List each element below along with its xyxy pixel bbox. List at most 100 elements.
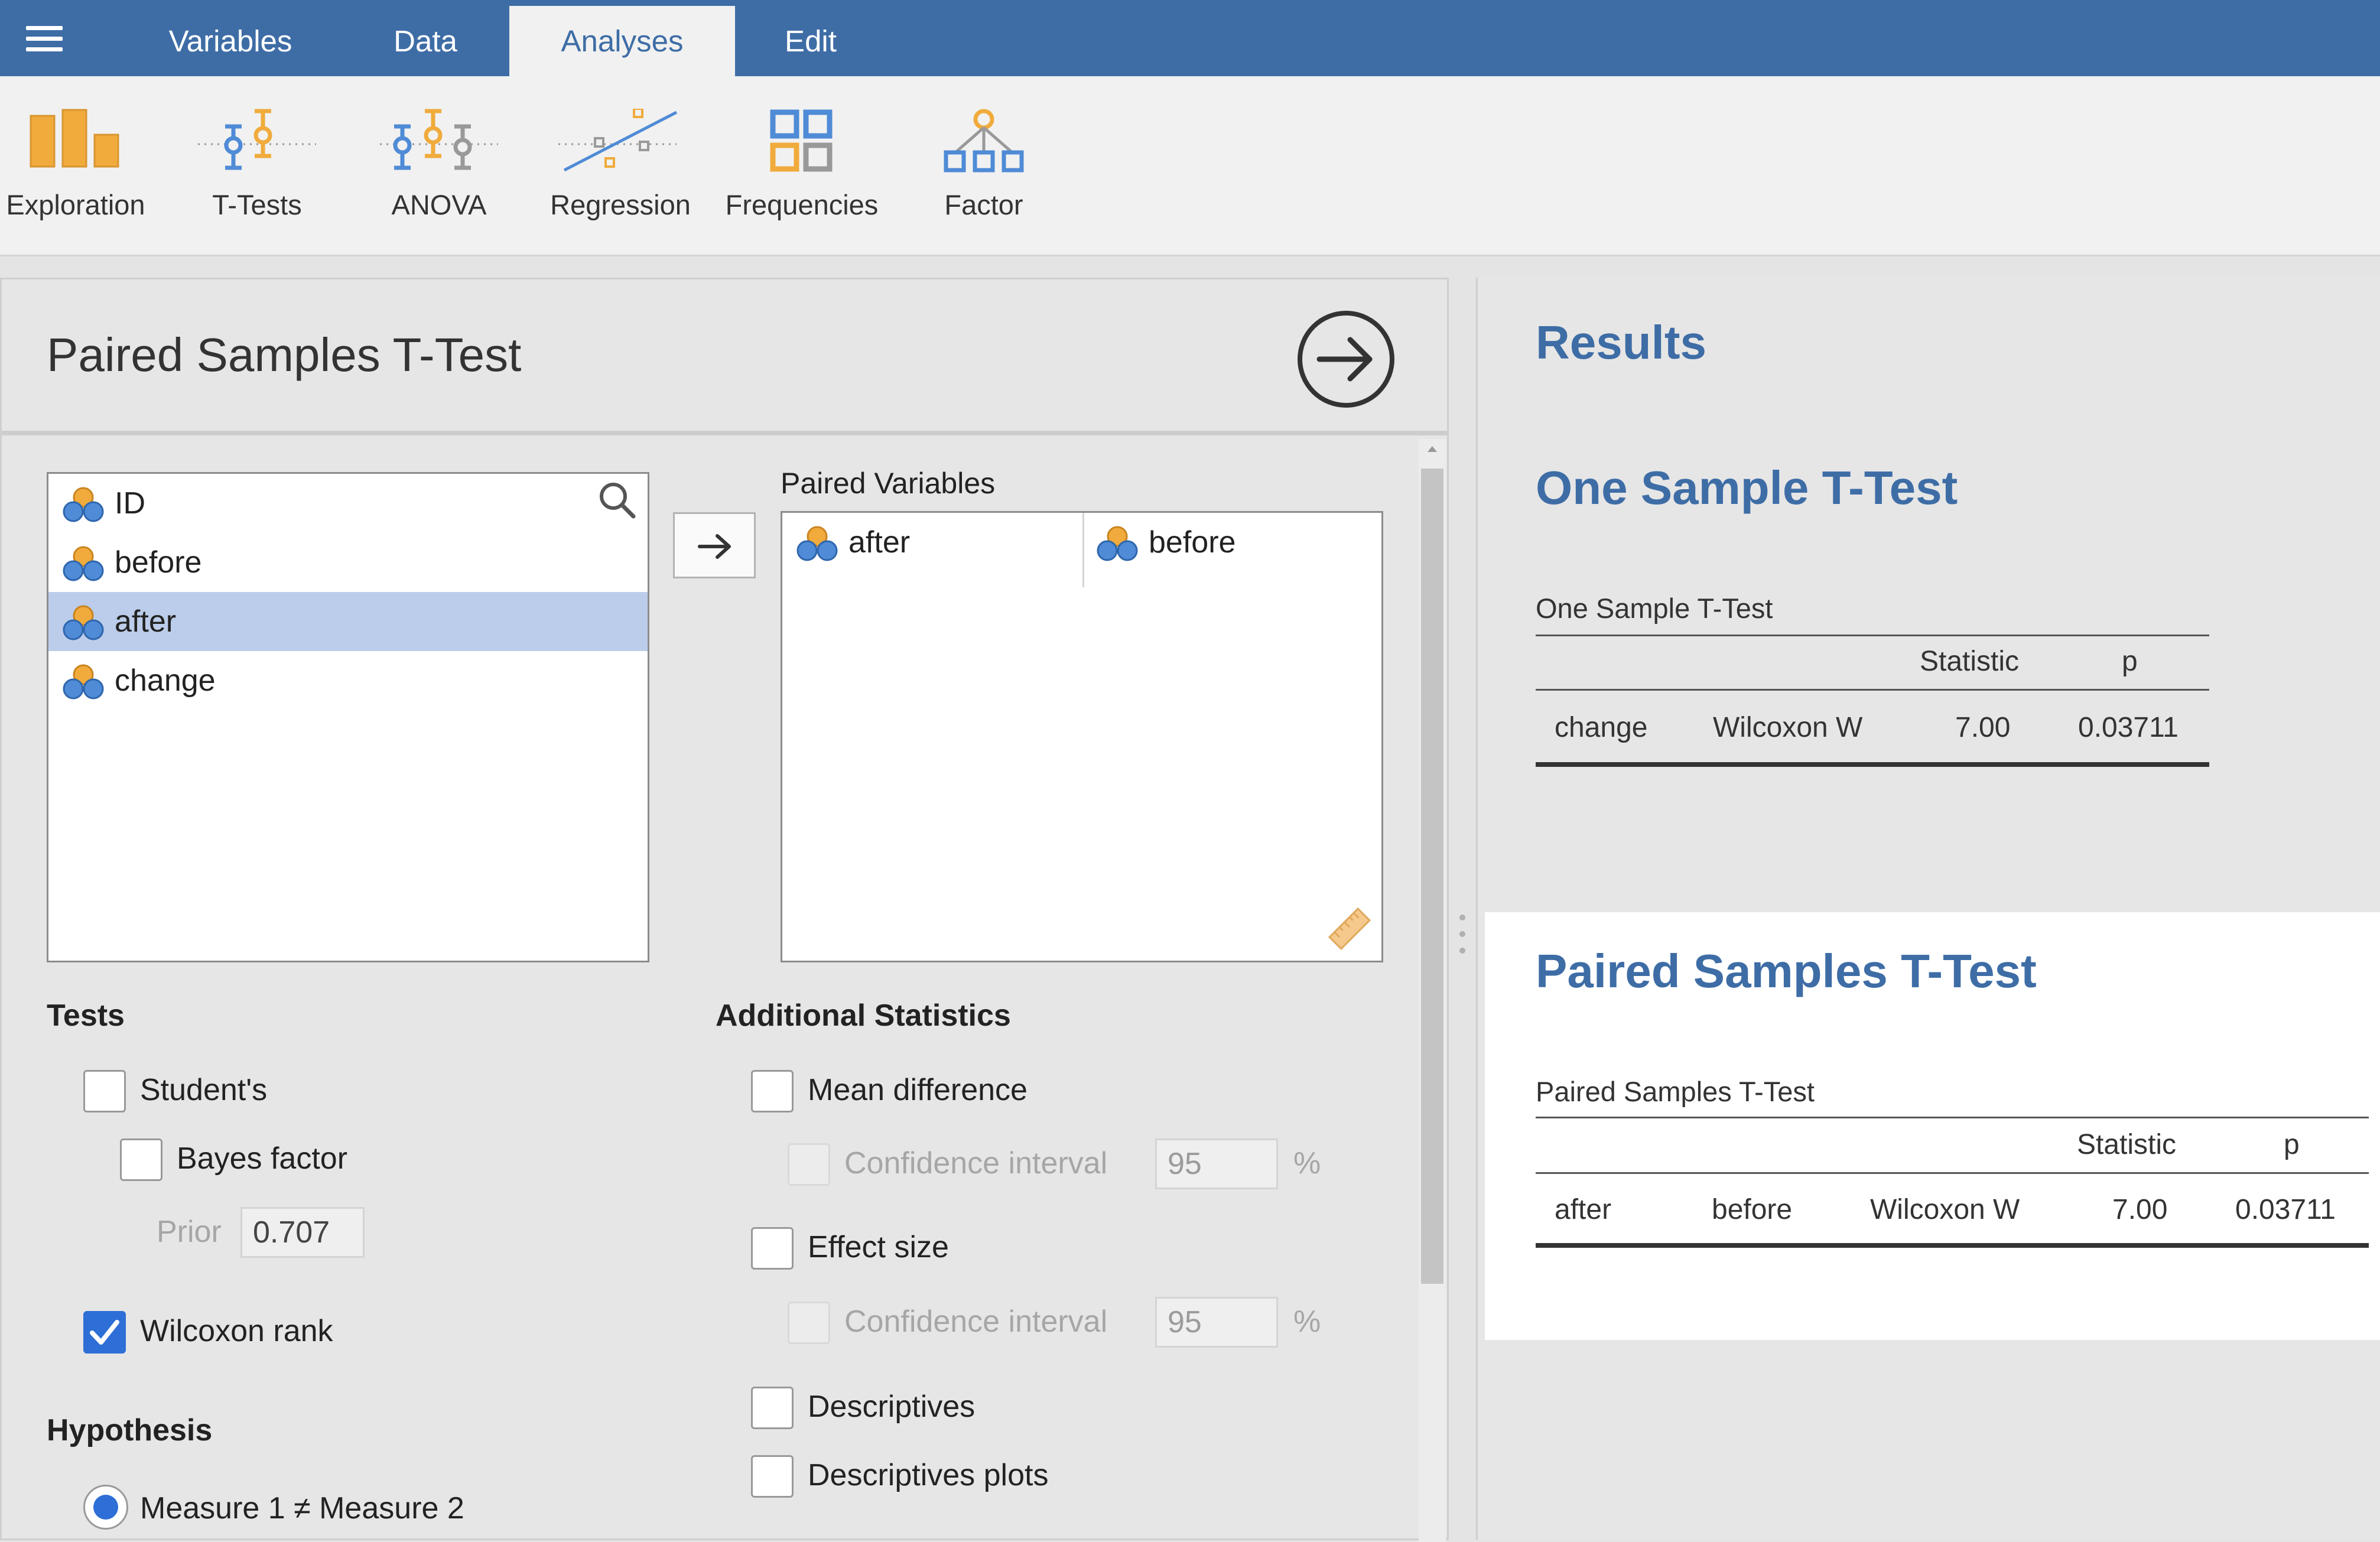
hamburger-menu-icon[interactable] (26, 26, 63, 52)
anova-icon (380, 109, 498, 170)
descriptives-label: Descriptives (808, 1390, 976, 1424)
list-item[interactable]: before (48, 533, 648, 592)
mean-ci-label: Confidence interval (844, 1146, 1108, 1180)
variables-list[interactable]: ID before after change (47, 472, 649, 962)
t-tests-icon (198, 109, 316, 170)
one-sample-col-p: p (2122, 646, 2138, 677)
wilcoxon-checkbox[interactable] (83, 1311, 126, 1354)
ribbon-exploration-button[interactable]: Exploration (0, 76, 164, 248)
prior-label: Prior (157, 1215, 222, 1249)
table-rule (1536, 762, 2209, 767)
hypothesis-heading: Hypothesis (47, 1413, 213, 1447)
paired-variable-label: before (1149, 525, 1236, 559)
scrollbar-thumb[interactable] (1421, 469, 1443, 1284)
one-sample-col-statistic: Statistic (1920, 646, 2020, 677)
descriptives-plots-label: Descriptives plots (808, 1458, 1049, 1492)
descriptives-checkbox[interactable] (751, 1387, 794, 1429)
analysis-options-panel: Paired Samples T-Test ID before after ch… (0, 278, 1449, 1542)
table-rule (1536, 1172, 2369, 1174)
mean-ci-checkbox[interactable] (788, 1143, 830, 1186)
prior-input[interactable]: 0.707 (240, 1207, 365, 1258)
list-item-selected[interactable]: after (48, 592, 648, 651)
ribbon-frequencies-button[interactable]: Frequencies (713, 76, 890, 248)
one-sample-cell-variable: change (1555, 712, 1648, 743)
exploration-icon (30, 109, 119, 168)
frequencies-icon (770, 109, 833, 172)
list-item[interactable]: change (48, 651, 648, 710)
paired-item-measure2[interactable]: before (1082, 513, 1378, 572)
effect-ci-input[interactable]: 95 (1155, 1297, 1278, 1348)
ribbon-factor-label: Factor (944, 189, 1023, 220)
ribbon-regression-label: Regression (550, 189, 691, 220)
paired-cell-statistic: 7.00 (2112, 1194, 2168, 1225)
one-sample-cell-test: Wilcoxon W (1713, 712, 1863, 743)
ruler-icon (1328, 907, 1371, 950)
ribbon-exploration-label: Exploration (6, 189, 145, 220)
paired-item-measure1[interactable]: after (782, 513, 1078, 572)
results-panel: Results One Sample T-Test One Sample T-T… (1476, 278, 2380, 1540)
continuous-variable-icon (796, 526, 838, 561)
paired-heading: Paired Samples T-Test (1536, 945, 2037, 997)
paired-variable-label: after (848, 525, 911, 559)
mean-ci-percent: % (1293, 1146, 1321, 1180)
students-label: Student's (140, 1073, 268, 1107)
mean-difference-checkbox[interactable] (751, 1070, 794, 1112)
table-rule (1536, 689, 2209, 691)
mean-difference-label: Mean difference (808, 1073, 1028, 1107)
paired-col-statistic: Statistic (2077, 1129, 2177, 1160)
students-checkbox[interactable] (83, 1070, 126, 1112)
ribbon-regression-button[interactable]: Regression (532, 76, 709, 248)
continuous-variable-icon (1097, 526, 1138, 561)
mean-ci-input[interactable]: 95 (1155, 1138, 1278, 1189)
effect-ci-checkbox[interactable] (788, 1302, 830, 1344)
list-item[interactable]: ID (48, 474, 648, 533)
hypothesis-option-label: Measure 1 ≠ Measure 2 (140, 1491, 464, 1525)
paired-variables-label: Paired Variables (781, 467, 996, 500)
paired-col-p: p (2284, 1129, 2300, 1160)
wilcoxon-label: Wilcoxon rank (140, 1314, 333, 1348)
radio-dot (93, 1495, 118, 1520)
continuous-variable-icon (63, 664, 104, 700)
paired-table-caption: Paired Samples T-Test (1536, 1076, 1815, 1107)
scroll-up-icon[interactable] (1426, 445, 1438, 453)
bayes-factor-label: Bayes factor (177, 1141, 348, 1176)
paired-variables-box[interactable]: after before (781, 511, 1383, 962)
hypothesis-radio-different[interactable] (83, 1485, 128, 1530)
paired-cell-test: Wilcoxon W (1870, 1194, 2020, 1225)
tab-data[interactable]: Data (355, 6, 496, 76)
bayes-factor-checkbox[interactable] (120, 1138, 162, 1181)
header-divider (2, 431, 1447, 435)
effect-size-checkbox[interactable] (751, 1227, 794, 1270)
ribbon-factor-button[interactable]: Factor (895, 76, 1072, 248)
ribbon-anova-button[interactable]: ANOVA (350, 76, 528, 248)
paired-cell-var2: before (1712, 1194, 1793, 1225)
tab-variables[interactable]: Variables (136, 6, 325, 76)
effect-ci-label: Confidence interval (844, 1304, 1108, 1339)
tab-analyses[interactable]: Analyses (509, 6, 735, 76)
continuous-variable-icon (63, 605, 104, 640)
options-scrollbar[interactable] (1419, 439, 1446, 1542)
variable-label: ID (115, 486, 145, 520)
ribbon-frequencies-label: Frequencies (725, 189, 879, 220)
run-arrow-icon[interactable] (1296, 309, 1396, 409)
table-rule (1536, 635, 2209, 636)
panel-splitter-handle[interactable] (1454, 915, 1471, 956)
move-to-paired-button[interactable] (673, 512, 756, 578)
variable-label: after (115, 604, 177, 639)
results-heading: Results (1536, 316, 1706, 369)
regression-icon (558, 109, 678, 172)
one-sample-table-caption: One Sample T-Test (1536, 593, 1773, 624)
ribbon-anova-label: ANOVA (391, 189, 487, 220)
descriptives-plots-checkbox[interactable] (751, 1455, 794, 1498)
analysis-title: Paired Samples T-Test (47, 328, 522, 381)
paired-results-block: Paired Samples T-Test Paired Samples T-T… (1485, 912, 2380, 1340)
ribbon-ttests-button[interactable]: T-Tests (168, 76, 346, 248)
continuous-variable-icon (63, 487, 104, 522)
table-rule (1536, 1117, 2369, 1118)
tab-edit[interactable]: Edit (752, 6, 870, 76)
one-sample-cell-p: 0.03711 (2078, 712, 2179, 743)
one-sample-cell-statistic: 7.00 (1955, 712, 2011, 743)
additional-statistics-heading: Additional Statistics (716, 998, 1011, 1033)
continuous-variable-icon (63, 546, 104, 581)
ribbon-ttests-label: T-Tests (212, 189, 302, 220)
